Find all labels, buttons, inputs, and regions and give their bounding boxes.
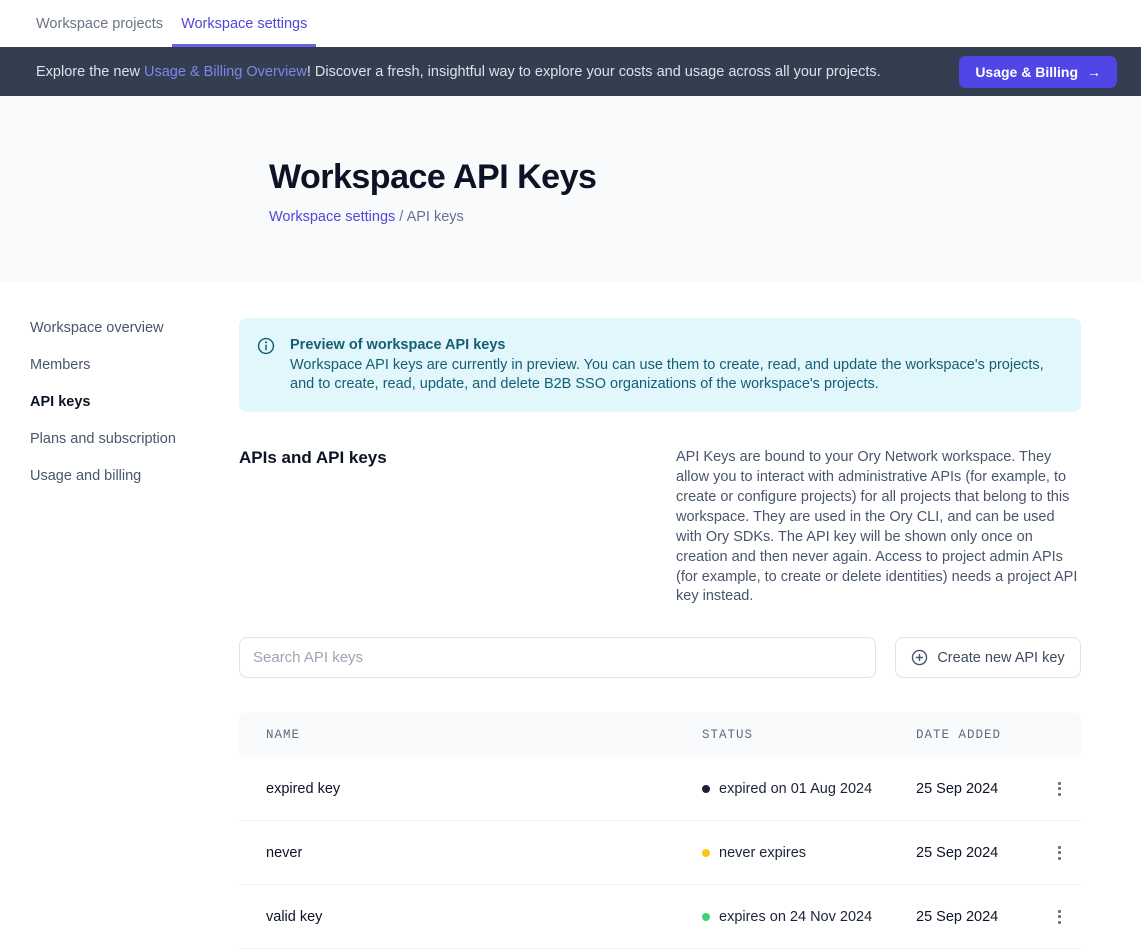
row-menu-kebab-icon[interactable] bbox=[1052, 776, 1067, 802]
api-key-date-added: 25 Sep 2024 bbox=[916, 909, 1052, 925]
api-key-status: expires on 24 Nov 2024 bbox=[702, 909, 916, 925]
row-menu-kebab-icon[interactable] bbox=[1052, 840, 1067, 866]
top-navigation: Workspace projects Workspace settings bbox=[0, 0, 1141, 47]
table-row: never never expires 25 Sep 2024 bbox=[239, 821, 1081, 885]
sidebar-item-members[interactable]: Members bbox=[30, 357, 239, 373]
create-api-key-button-label: Create new API key bbox=[937, 650, 1064, 666]
alert-content: Preview of workspace API keys Workspace … bbox=[290, 335, 1057, 395]
api-key-status: never expires bbox=[702, 845, 916, 861]
usage-billing-button-label: Usage & Billing bbox=[975, 64, 1078, 80]
sidebar-item-usage-and-billing[interactable]: Usage and billing bbox=[30, 468, 239, 484]
tab-workspace-settings[interactable]: Workspace settings bbox=[172, 2, 316, 47]
announcement-banner: Explore the new Usage & Billing Overview… bbox=[0, 47, 1141, 96]
page-title: Workspace API Keys bbox=[269, 158, 1141, 197]
banner-text-before: Explore the new bbox=[36, 64, 144, 80]
breadcrumb-current: API keys bbox=[407, 209, 464, 225]
sidebar-item-workspace-overview[interactable]: Workspace overview bbox=[30, 320, 239, 336]
status-dot-icon bbox=[702, 913, 710, 921]
status-text: expired on 01 Aug 2024 bbox=[719, 781, 872, 797]
usage-billing-button[interactable]: Usage & Billing → bbox=[959, 56, 1117, 88]
api-key-date-added: 25 Sep 2024 bbox=[916, 781, 1052, 797]
sidebar-item-plans-and-subscription[interactable]: Plans and subscription bbox=[30, 431, 239, 447]
content-area: Preview of workspace API keys Workspace … bbox=[239, 282, 1081, 949]
alert-body: Workspace API keys are currently in prev… bbox=[290, 356, 1057, 396]
breadcrumb-workspace-settings-link[interactable]: Workspace settings bbox=[269, 209, 395, 225]
api-key-name: valid key bbox=[239, 909, 702, 925]
usage-billing-overview-link[interactable]: Usage & Billing Overview bbox=[144, 64, 307, 80]
section-heading: APIs and API keys bbox=[239, 448, 676, 607]
status-dot-icon bbox=[702, 849, 710, 857]
search-input[interactable] bbox=[239, 637, 876, 678]
sidebar-item-api-keys[interactable]: API keys bbox=[30, 394, 239, 410]
table-header-row: NAME STATUS DATE ADDED bbox=[239, 712, 1081, 757]
banner-text-after: ! Discover a fresh, insightful way to ex… bbox=[307, 64, 881, 80]
section-description: API Keys are bound to your Ory Network w… bbox=[676, 448, 1081, 607]
create-api-key-button[interactable]: Create new API key bbox=[895, 637, 1081, 678]
api-key-status: expired on 01 Aug 2024 bbox=[702, 781, 916, 797]
banner-message: Explore the new Usage & Billing Overview… bbox=[36, 64, 881, 80]
api-key-date-added: 25 Sep 2024 bbox=[916, 845, 1052, 861]
column-header-status: STATUS bbox=[702, 728, 916, 742]
table-row: expired key expired on 01 Aug 2024 25 Se… bbox=[239, 757, 1081, 821]
table-row: valid key expires on 24 Nov 2024 25 Sep … bbox=[239, 885, 1081, 949]
api-keys-table: NAME STATUS DATE ADDED expired key expir… bbox=[239, 712, 1081, 949]
page-header: Workspace API Keys Workspace settings / … bbox=[0, 96, 1141, 282]
plus-circle-icon bbox=[911, 649, 928, 666]
column-header-date-added: DATE ADDED bbox=[916, 728, 1052, 742]
apis-section: APIs and API keys API Keys are bound to … bbox=[239, 448, 1081, 607]
alert-title: Preview of workspace API keys bbox=[290, 335, 1057, 355]
api-keys-toolbar: Create new API key bbox=[239, 637, 1081, 678]
preview-alert: Preview of workspace API keys Workspace … bbox=[239, 318, 1081, 412]
column-header-name: NAME bbox=[239, 728, 702, 742]
api-key-name: expired key bbox=[239, 781, 702, 797]
arrow-right-icon: → bbox=[1087, 64, 1101, 80]
main-area: Workspace overview Members API keys Plan… bbox=[0, 282, 1141, 949]
api-key-name: never bbox=[239, 845, 702, 861]
settings-sidebar: Workspace overview Members API keys Plan… bbox=[0, 282, 239, 949]
row-menu-kebab-icon[interactable] bbox=[1052, 904, 1067, 930]
breadcrumb: Workspace settings / API keys bbox=[269, 209, 1141, 225]
status-dot-icon bbox=[702, 785, 710, 793]
tab-workspace-projects[interactable]: Workspace projects bbox=[27, 2, 172, 47]
breadcrumb-separator: / bbox=[395, 209, 406, 225]
info-icon bbox=[257, 337, 275, 395]
status-text: expires on 24 Nov 2024 bbox=[719, 909, 872, 925]
status-text: never expires bbox=[719, 845, 806, 861]
